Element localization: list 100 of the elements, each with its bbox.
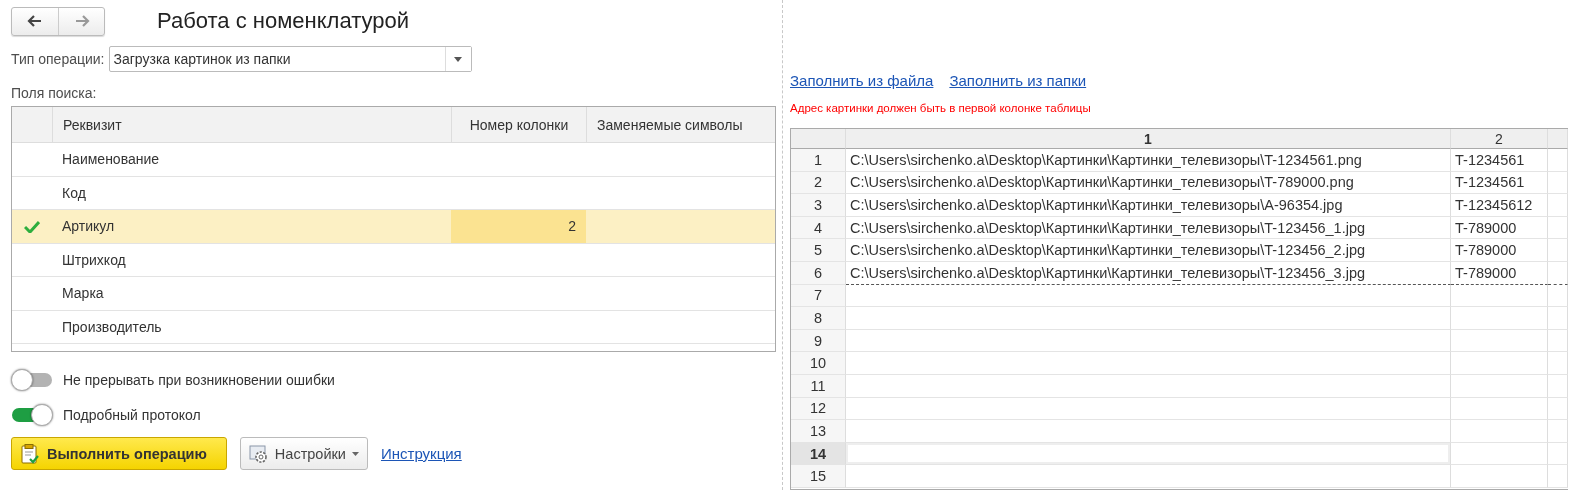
row-header[interactable]: 6 (791, 261, 846, 285)
operation-dropdown[interactable]: Загрузка картинок из папки (108, 46, 472, 72)
caret-icon (454, 56, 462, 62)
fill-link[interactable]: Заполнить из папки (949, 72, 1087, 89)
sheet-cell[interactable]: T-1234561 (1451, 171, 1548, 195)
sheet-cell[interactable] (1548, 284, 1568, 308)
sheet-cell[interactable] (1548, 307, 1568, 330)
sheet-cell[interactable] (846, 352, 1451, 375)
sheet-cell[interactable] (1451, 420, 1548, 443)
sheet-cell[interactable]: C:\Users\sirchenko.a\Desktop\Картинки\Картинки_телевизоры\T-1234561.png (846, 149, 1451, 172)
sheet-cell[interactable] (846, 329, 1451, 353)
sheet-cell[interactable] (1548, 442, 1568, 466)
sheet-cell[interactable] (846, 442, 1451, 466)
toggle-switch[interactable] (11, 369, 53, 391)
sheet-cell[interactable] (1451, 374, 1548, 398)
forward-arrow-icon (73, 13, 90, 29)
row-header[interactable]: 11 (791, 374, 846, 398)
sheet-cell[interactable] (1451, 442, 1548, 466)
row-header[interactable]: 10 (791, 352, 846, 375)
sheet-cell[interactable] (846, 465, 1451, 488)
sheet-cell[interactable]: C:\Users\sirchenko.a\Desktop\Картинки\Картинки_телевизоры\T-123456_1.jpg (846, 216, 1451, 240)
sheet-cell[interactable] (1451, 352, 1548, 375)
column-header[interactable]: Реквизит (52, 107, 451, 142)
operation-label: Тип операции: (11, 51, 105, 67)
hint-text: Адрес картинки должен быть в первой колонке таблицы (790, 102, 1092, 114)
row-header[interactable]: 15 (791, 465, 846, 488)
table-row[interactable]: Марка (12, 277, 775, 311)
toggle-label: Не прерывать при возникновении ошибки (63, 372, 335, 388)
instruction-link[interactable]: Инструкция (380, 445, 462, 462)
corner-cell (791, 129, 846, 149)
caret-icon (351, 451, 359, 456)
sheet-cell[interactable]: T-12345612 (1451, 194, 1548, 217)
sheet-cell[interactable] (1548, 261, 1568, 285)
sheet-cell[interactable] (1451, 465, 1548, 488)
table-cell-text: Марка (61, 284, 105, 304)
window-title: Работа с номенклатурой (157, 8, 409, 34)
sheet-cell[interactable]: C:\Users\sirchenko.a\Desktop\Картинки\Картинки_телевизоры\T-789000.png (846, 171, 1451, 195)
table-cell-text: Артикул (61, 217, 116, 237)
dropdown-button[interactable] (444, 47, 471, 71)
sheet-cell[interactable]: C:\Users\sirchenko.a\Desktop\Картинки\Картинки_телевизоры\A-96354.jpg (846, 194, 1451, 217)
sheet-cell[interactable] (1548, 397, 1568, 421)
row-header[interactable]: 14 (791, 442, 846, 466)
sheet-cell[interactable] (1548, 239, 1568, 262)
table-cell: 2 (568, 218, 576, 235)
column-header[interactable] (1548, 129, 1568, 149)
sheet-cell[interactable] (1548, 171, 1568, 195)
sheet-cell[interactable] (1548, 149, 1568, 172)
row-header[interactable]: 13 (791, 420, 846, 443)
sheet-cell[interactable] (1451, 284, 1548, 308)
table-cell-text: Производитель (61, 317, 163, 337)
row-header[interactable]: 5 (791, 239, 846, 262)
row-header[interactable]: 3 (791, 194, 846, 217)
sheet-cell[interactable] (1451, 329, 1548, 353)
row-header[interactable]: 4 (791, 216, 846, 240)
run-button[interactable]: Выполнить операцию (11, 437, 227, 470)
column-header[interactable]: Заменяемые символы (586, 107, 775, 142)
sheet-cell[interactable] (1548, 374, 1568, 398)
row-header[interactable]: 7 (791, 284, 846, 308)
sheet-cell[interactable] (1548, 216, 1568, 240)
sheet-cell[interactable] (1548, 329, 1568, 353)
row-header[interactable]: 12 (791, 397, 846, 421)
sheet-cell[interactable] (846, 420, 1451, 443)
sheet-cell[interactable] (846, 374, 1451, 398)
row-header[interactable]: 8 (791, 307, 846, 330)
table-row[interactable]: Наименование (12, 143, 775, 177)
settings-icon (248, 443, 269, 464)
sheet-cell[interactable] (846, 284, 1451, 308)
toggle-switch[interactable] (11, 404, 53, 426)
sheet-cell[interactable]: T-1234561 (1451, 149, 1548, 172)
sheet-cell[interactable]: T-789000 (1451, 216, 1548, 240)
column-header[interactable]: Номер колонки (451, 107, 586, 142)
sheet-cell[interactable] (846, 307, 1451, 330)
sheet-cell[interactable]: C:\Users\sirchenko.a\Desktop\Картинки\Картинки_телевизоры\T-123456_3.jpg (846, 261, 1451, 285)
table-cell-text: Код (61, 183, 87, 203)
fill-link[interactable]: Заполнить из файла (790, 72, 934, 89)
row-header[interactable]: 9 (791, 329, 846, 353)
column-header[interactable]: 2 (1451, 129, 1548, 149)
column-header[interactable]: 1 (846, 129, 1451, 149)
table-row[interactable]: Штрихкод (12, 243, 775, 277)
sheet-cell[interactable] (846, 397, 1451, 421)
sheet-cell[interactable] (1548, 465, 1568, 488)
clipboard-icon (21, 443, 39, 464)
sheet-cell[interactable]: T-789000 (1451, 239, 1548, 262)
sheet-cell[interactable] (1548, 420, 1568, 443)
toggle-label: Подробный протокол (63, 407, 201, 423)
search-fields-label: Поля поиска: (11, 85, 98, 101)
table-row[interactable]: Производитель (12, 310, 775, 344)
settings-button[interactable]: Настройки (239, 437, 368, 470)
table-row[interactable]: Артикул 2 (12, 210, 775, 244)
table-cell-text: Штрихкод (61, 250, 127, 270)
row-header[interactable]: 1 (791, 149, 846, 172)
sheet-cell[interactable] (1451, 307, 1548, 330)
sheet-cell[interactable]: C:\Users\sirchenko.a\Desktop\Картинки\Картинки_телевизоры\T-123456_2.jpg (846, 239, 1451, 262)
sheet-cell[interactable]: T-789000 (1451, 261, 1548, 285)
row-header[interactable]: 2 (791, 171, 846, 195)
back-arrow-icon (27, 13, 43, 29)
sheet-cell[interactable] (1548, 194, 1568, 217)
sheet-cell[interactable] (1548, 352, 1568, 375)
table-cell-text: Наименование (61, 150, 161, 170)
sheet-cell[interactable] (1451, 397, 1548, 421)
